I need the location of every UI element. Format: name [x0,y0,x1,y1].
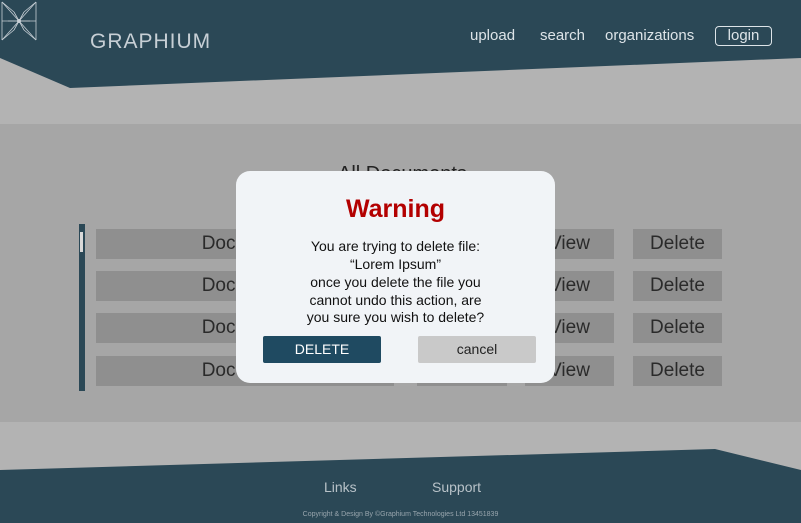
footer-support-link[interactable]: Support [432,479,481,495]
delete-button[interactable]: Delete [633,313,722,343]
brand-name: GRAPHIUM [90,30,212,53]
dialog-message-line: once you delete the file you [310,274,481,290]
delete-button[interactable]: Delete [633,229,722,259]
dialog-message-line: You are trying to delete file: [310,238,481,254]
delete-button[interactable]: Delete [633,356,722,386]
footer-links-link[interactable]: Links [324,479,357,495]
cancel-button[interactable]: cancel [418,336,536,363]
nav-search-link[interactable]: search [540,27,585,44]
dialog-title: Warning [345,195,446,223]
graphium-logo-icon [1,1,37,41]
dialog-message-line: cannot undo this action, are [309,292,482,308]
nav-organizations-link[interactable]: organizations [605,27,694,44]
login-button[interactable]: login [715,26,772,46]
warning-dialog: Warning You are trying to delete file: “… [236,171,555,383]
scrollbar-thumb[interactable] [80,232,83,252]
nav-upload-link[interactable]: upload [470,27,515,44]
delete-button[interactable]: Delete [633,271,722,301]
confirm-delete-button[interactable]: DELETE [263,336,381,363]
dialog-message-line: you sure you wish to delete? [306,309,485,325]
dialog-file-name: “Lorem Ipsum” [349,256,442,272]
header: GRAPHIUM upload search organizations log… [0,0,801,100]
copyright-text: Copyright & Design By ©Graphium Technolo… [302,511,499,518]
